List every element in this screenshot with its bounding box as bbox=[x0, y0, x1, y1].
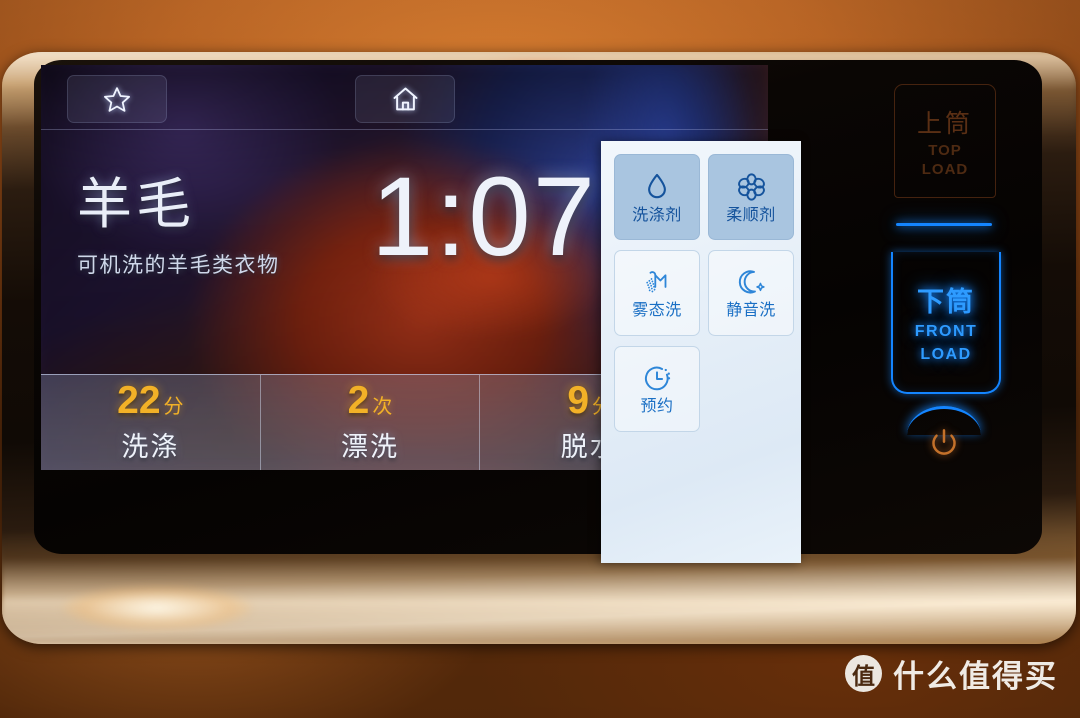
option-softener[interactable]: 柔顺剂 bbox=[708, 154, 794, 240]
flower-icon bbox=[737, 172, 765, 201]
load-selector-controls: 上筒 TOP LOAD 下筒 FRONT LOAD bbox=[880, 70, 1008, 550]
stat-value: 2 bbox=[347, 379, 370, 422]
stat-value-group: 22 分 bbox=[117, 381, 183, 420]
option-mist-wash[interactable]: 雾态洗 bbox=[614, 250, 700, 336]
power-icon bbox=[932, 429, 956, 455]
bezel-specular-highlight bbox=[62, 586, 252, 630]
program-subtitle: 可机洗的羊毛类衣物 bbox=[77, 254, 280, 277]
front-load-label-en1: FRONT bbox=[914, 323, 978, 341]
water-drop-icon bbox=[648, 173, 666, 198]
stat-label: 漂洗 bbox=[341, 432, 399, 462]
star-icon bbox=[104, 86, 130, 112]
option-quiet-wash[interactable]: 静音洗 bbox=[708, 250, 794, 336]
program-title: 羊毛 bbox=[77, 173, 196, 235]
clock-timer-icon bbox=[644, 366, 671, 390]
moon-icon bbox=[738, 269, 765, 293]
top-load-label-en1: TOP bbox=[928, 141, 962, 159]
watermark-text: 什么值得买 bbox=[893, 659, 1058, 694]
option-detergent[interactable]: 洗涤剂 bbox=[614, 154, 700, 240]
stat-value-group: 2 次 bbox=[348, 381, 393, 420]
front-load-label-en2: LOAD bbox=[920, 345, 972, 363]
stat-value: 9 bbox=[567, 379, 590, 422]
stat-item-rinse[interactable]: 2 次 漂洗 bbox=[261, 375, 481, 470]
option-label: 洗涤剂 bbox=[632, 206, 682, 224]
option-label: 预约 bbox=[640, 397, 674, 415]
home-icon bbox=[393, 87, 417, 111]
top-load-label-en2: LOAD bbox=[921, 161, 969, 178]
program-info: 羊毛 可机洗的羊毛类衣物 bbox=[77, 177, 280, 279]
remaining-time: 1:07 bbox=[371, 154, 597, 279]
front-load-label-cn: 下筒 bbox=[917, 287, 975, 318]
watermark: 值 什么值得买 bbox=[845, 651, 1058, 696]
stat-unit: 分 bbox=[163, 396, 184, 418]
power-button[interactable] bbox=[926, 426, 962, 467]
top-load-button[interactable]: 上筒 TOP LOAD bbox=[894, 84, 996, 198]
screen-topbar bbox=[41, 65, 768, 129]
top-load-label-cn: 上筒 bbox=[916, 109, 973, 138]
favorite-button[interactable] bbox=[67, 75, 167, 123]
options-grid: 洗涤剂 柔顺剂 雾态洗 静音洗 预约 bbox=[614, 154, 801, 432]
stat-item-wash[interactable]: 22 分 洗涤 bbox=[41, 375, 261, 470]
watermark-logo: 值 bbox=[845, 655, 882, 692]
shower-mist-icon bbox=[646, 270, 667, 292]
option-delay-start[interactable]: 预约 bbox=[614, 346, 700, 432]
stat-value: 22 bbox=[117, 379, 161, 422]
topbar-divider bbox=[41, 129, 768, 130]
option-label: 柔顺剂 bbox=[726, 206, 776, 224]
option-label: 雾态洗 bbox=[632, 301, 682, 319]
stat-unit: 次 bbox=[372, 396, 393, 418]
option-label: 静音洗 bbox=[726, 301, 776, 319]
options-panel: 洗涤剂 柔顺剂 雾态洗 静音洗 预约 bbox=[601, 141, 801, 563]
load-selector-divider bbox=[896, 223, 992, 226]
home-button[interactable] bbox=[355, 75, 455, 123]
front-load-button[interactable]: 下筒 FRONT LOAD bbox=[891, 252, 1001, 394]
stat-label: 洗涤 bbox=[121, 432, 180, 462]
